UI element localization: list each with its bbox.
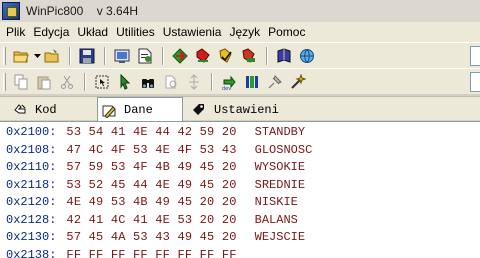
- menu-uklad[interactable]: Układ: [73, 25, 112, 39]
- paste-icon[interactable]: [33, 72, 55, 92]
- toolbar-edge-field[interactable]: [470, 46, 480, 66]
- data-memory-grid[interactable]: 0x2100: 53 54 41 4E 44 42 59 20 STANDBY …: [0, 121, 480, 258]
- tab-bar: Kod Dane Ustawieni: [0, 96, 480, 122]
- open-folder-icon[interactable]: [10, 46, 32, 66]
- toolbar-grip[interactable]: [3, 72, 6, 91]
- table-row[interactable]: 0x2128: 42 41 4C 41 4E 53 20 20 BALANS: [0, 210, 480, 228]
- toolbar-separator: [211, 72, 213, 91]
- table-row[interactable]: 0x2120: 4E 49 53 4B 49 45 20 20 NISKIE: [0, 192, 480, 210]
- tab-ustawienia[interactable]: Ustawieni: [191, 99, 279, 121]
- menu-edycja[interactable]: Edycja: [29, 25, 73, 39]
- row-address: 0x2108:: [6, 142, 57, 157]
- goto-icon[interactable]: [183, 72, 205, 92]
- row-hex-values[interactable]: 53 52 45 44 4E 49 45 20: [66, 178, 236, 192]
- toolbar-edge-field[interactable]: [470, 72, 480, 92]
- copy-icon[interactable]: [10, 72, 32, 92]
- help-book-icon[interactable]: [273, 46, 295, 66]
- row-address: 0x2138:: [6, 247, 57, 258]
- read-device-icon[interactable]: [169, 46, 191, 66]
- table-row[interactable]: 0x2130: 57 45 4A 53 43 49 45 20 WEJSCIE: [0, 227, 480, 245]
- title-bar: WinPic800 v 3.64H: [0, 0, 480, 22]
- pin-icon[interactable]: [264, 72, 286, 92]
- menu-utilities[interactable]: Utilities: [112, 25, 159, 39]
- row-address: 0x2110:: [6, 160, 57, 175]
- row-address: 0x2118:: [6, 177, 57, 192]
- svg-text:dev: dev: [222, 86, 231, 90]
- row-hex-values[interactable]: 42 41 4C 41 4E 53 20 20: [66, 213, 236, 227]
- row-hex-values[interactable]: 53 54 41 4E 44 42 59 20: [66, 125, 236, 139]
- table-row[interactable]: 0x2110: 57 59 53 4F 4B 49 45 20 WYSOKIE: [0, 157, 480, 175]
- open-file-icon[interactable]: [41, 46, 63, 66]
- row-address: 0x2130:: [6, 230, 57, 245]
- row-hex-values[interactable]: 57 45 4A 53 43 49 45 20: [66, 230, 236, 244]
- row-ascii: WYSOKIE: [254, 160, 306, 175]
- globe-icon[interactable]: [296, 46, 318, 66]
- code-hand-icon: [14, 104, 26, 114]
- row-ascii: SREDNIE: [254, 177, 306, 192]
- row-ascii: WEJSCIE: [254, 230, 306, 245]
- window-title: WinPic800 v 3.64H: [26, 4, 139, 18]
- toolbar-separator: [104, 46, 106, 65]
- erase-device-icon[interactable]: [192, 46, 214, 66]
- data-edit-icon: [102, 105, 116, 118]
- table-row[interactable]: 0x2138: FF FF FF FF FF FF FF FF: [0, 245, 480, 258]
- row-hex-values[interactable]: 57 59 53 4F 4B 49 45 20: [66, 160, 236, 174]
- tab-ustawienia-label: Ustawieni: [214, 103, 279, 117]
- menu-plik[interactable]: Plik: [2, 25, 29, 39]
- write-device-icon[interactable]: [238, 46, 260, 66]
- toolbar-separator: [266, 46, 268, 65]
- toolbar-separator: [162, 46, 164, 65]
- settings-wand-icon[interactable]: [287, 72, 309, 92]
- replace-icon[interactable]: [160, 72, 182, 92]
- cut-icon[interactable]: [56, 72, 78, 92]
- chevron-down-icon[interactable]: [33, 46, 41, 66]
- tab-kod[interactable]: Kod: [12, 99, 57, 121]
- menu-bar: Plik Edycja Układ Utilities Ustawienia J…: [0, 22, 480, 42]
- toolbar-separator: [69, 46, 71, 65]
- settings-tag-icon: [193, 104, 204, 115]
- device-list-icon[interactable]: [241, 72, 263, 92]
- main-toolbar: [0, 42, 480, 68]
- tab-kod-label: Kod: [35, 103, 57, 117]
- menu-jezyk[interactable]: Język: [225, 25, 264, 39]
- row-ascii: GLOSNOSC: [254, 142, 313, 157]
- menu-ustawienia[interactable]: Ustawienia: [159, 25, 226, 39]
- row-ascii: NISKIE: [254, 195, 298, 210]
- save-disk-icon[interactable]: [76, 46, 98, 66]
- tab-dane-label: Dane: [124, 103, 153, 117]
- table-row[interactable]: 0x2100: 53 54 41 4E 44 42 59 20 STANDBY: [0, 122, 480, 140]
- verify-device-icon[interactable]: [215, 46, 237, 66]
- tab-dane[interactable]: Dane: [97, 97, 183, 122]
- row-hex-values[interactable]: 4E 49 53 4B 49 45 20 20: [66, 195, 236, 209]
- row-hex-values[interactable]: 47 4C 4F 53 4E 4F 53 43: [66, 143, 236, 157]
- row-address: 0x2120:: [6, 195, 57, 210]
- detect-device-icon[interactable]: dev: [218, 72, 240, 92]
- row-ascii: STANDBY: [254, 125, 306, 140]
- row-ascii: BALANS: [254, 212, 298, 227]
- row-hex-values[interactable]: FF FF FF FF FF FF FF FF: [66, 248, 236, 258]
- row-address: 0x2100:: [6, 125, 57, 140]
- app-icon: [2, 2, 20, 20]
- cursor-icon[interactable]: [114, 72, 136, 92]
- toolbar-separator: [84, 72, 86, 91]
- find-binoculars-icon[interactable]: [137, 72, 159, 92]
- edit-toolbar: dev: [0, 68, 480, 94]
- table-row[interactable]: 0x2118: 53 52 45 44 4E 49 45 20 SREDNIE: [0, 175, 480, 193]
- menu-pomoc[interactable]: Pomoc: [264, 25, 309, 39]
- toolbar-grip[interactable]: [3, 46, 6, 65]
- hardware-config-icon[interactable]: [111, 46, 133, 66]
- row-address: 0x2128:: [6, 212, 57, 227]
- table-row[interactable]: 0x2108: 47 4C 4F 53 4E 4F 53 43 GLOSNOSC: [0, 140, 480, 158]
- select-all-icon[interactable]: [91, 72, 113, 92]
- file-report-icon[interactable]: [134, 46, 156, 66]
